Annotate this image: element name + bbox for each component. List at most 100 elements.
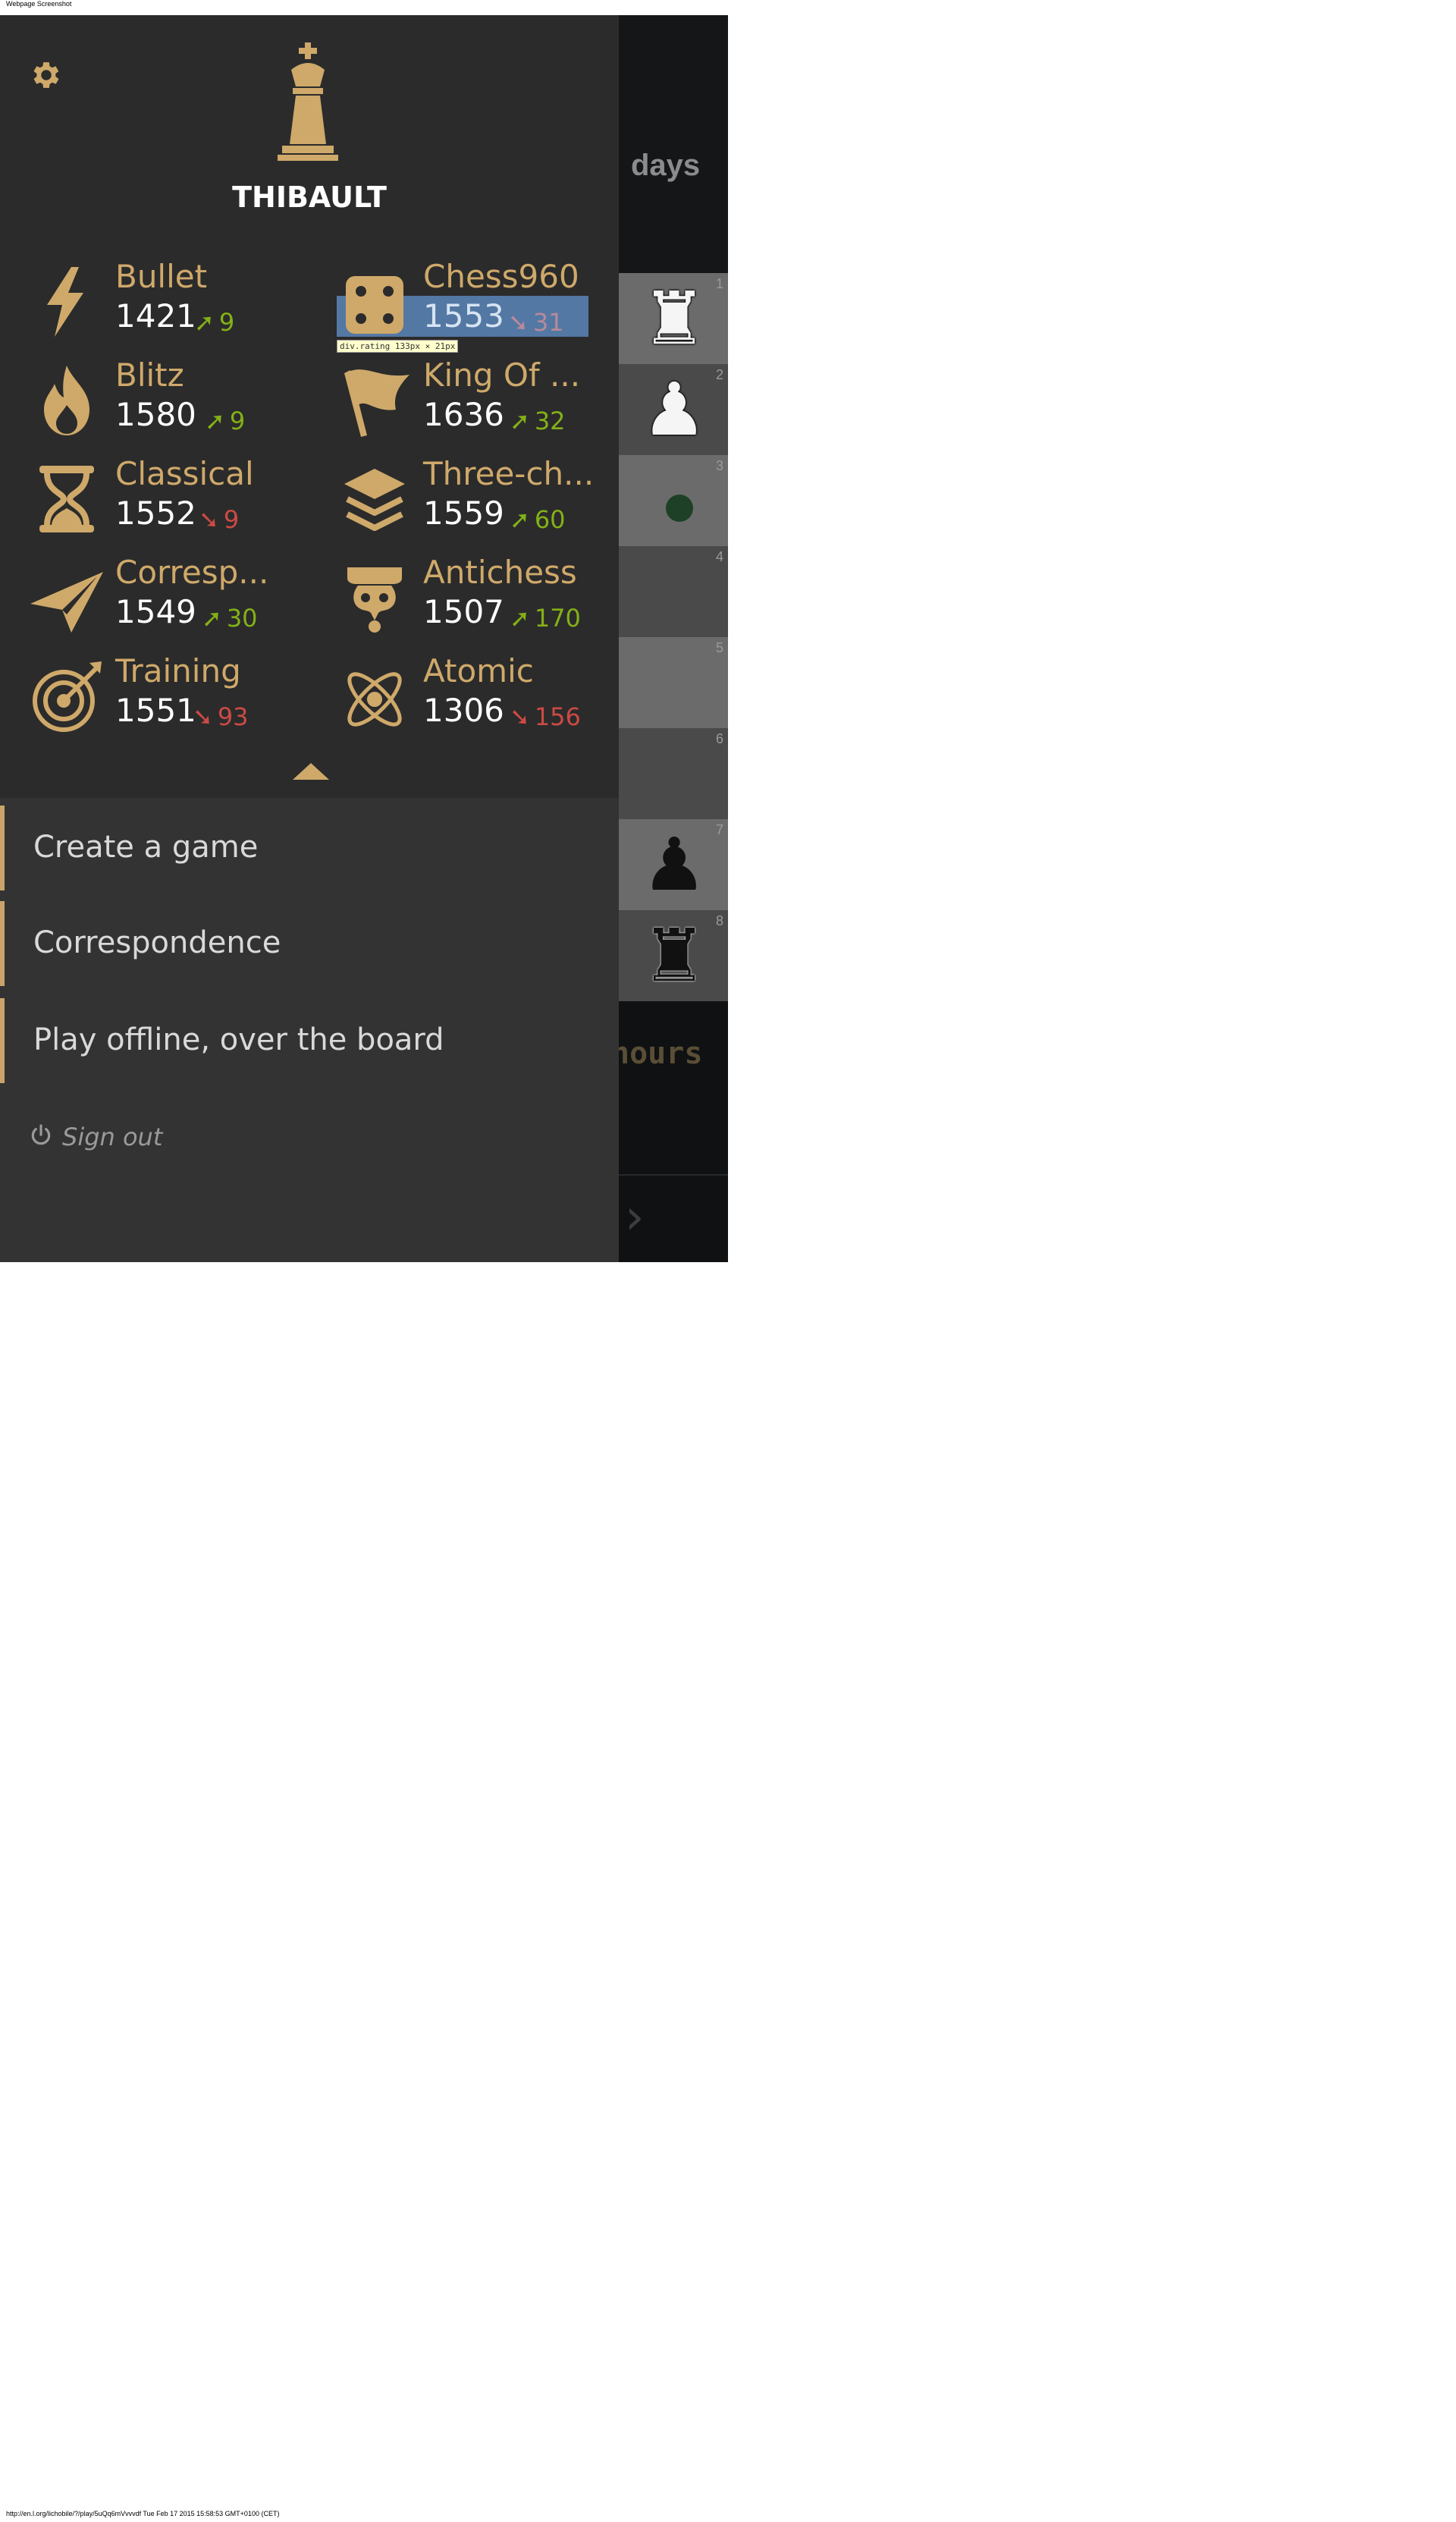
rating-value: 1507 (423, 593, 504, 630)
rating-progress: ➘ 93 (193, 702, 249, 731)
arrow-down-icon: ➘ (510, 702, 530, 731)
paper-plane-icon (30, 572, 103, 633)
rating-progress: ➚ 30 (202, 604, 258, 633)
player-clock: hours (611, 1036, 703, 1071)
page-header: Webpage Screenshot (6, 0, 72, 8)
rating-value: 1636 (423, 396, 504, 433)
rating-bullet[interactable]: Bullet 1421 ➚ 9 (29, 258, 309, 349)
chevron-right-icon[interactable]: › (625, 1189, 645, 1245)
rating-classical[interactable]: Classical 1552 ➘ 9 (29, 455, 309, 546)
move-destination-dot[interactable] (666, 495, 693, 522)
board-square[interactable]: 5 (619, 637, 728, 728)
arrow-up-icon: ➚ (510, 505, 530, 534)
rating-progress: ➘ 31 (508, 308, 564, 337)
target-icon (33, 661, 102, 732)
white-pawn[interactable]: ♟ (632, 370, 716, 449)
divider (619, 1174, 728, 1176)
rating-antichess[interactable]: Antichess 1507 ➚ 170 (337, 554, 617, 645)
variant-name: Chess960 (423, 258, 579, 295)
chess-board[interactable]: 1 ♜ 2 ♟ 3 4 5 6 7 ♟ 8 ♜ (619, 273, 728, 1001)
menu-item-label: Create a game (33, 830, 259, 865)
app-viewport: days 1 ♜ 2 ♟ 3 4 5 6 7 ♟ 8 ♜ hours › THI… (0, 15, 728, 1262)
progress-value: 9 (229, 407, 246, 435)
variant-name: Bullet (115, 258, 208, 295)
rating-value: 1421 (115, 297, 196, 334)
layers-icon (344, 469, 405, 531)
variant-name: Antichess (423, 554, 577, 591)
rating-value: 1551 (115, 692, 196, 729)
board-square[interactable]: 3 (619, 455, 728, 546)
board-square[interactable]: 6 (619, 728, 728, 819)
arrow-up-icon: ➚ (205, 407, 225, 435)
rating-progress: ➚ 60 (510, 505, 566, 534)
arrow-up-icon: ➚ (510, 407, 530, 435)
progress-value: 60 (534, 505, 566, 534)
arrow-down-icon: ➘ (193, 702, 213, 731)
rating-progress: ➘ 156 (510, 702, 581, 731)
board-square[interactable]: 2 ♟ (619, 364, 728, 455)
rank-label: 5 (715, 640, 723, 655)
black-rook[interactable]: ♜ (632, 916, 716, 995)
rating-progress: ➚ 9 (194, 308, 234, 337)
board-square[interactable]: 7 ♟ (619, 819, 728, 910)
variant-name: Three-ch... (423, 455, 595, 492)
rank-label: 4 (715, 549, 723, 564)
opponent-clock-area (619, 15, 728, 273)
dice-icon (346, 276, 403, 334)
rating-chess960[interactable]: Chess960 1553 ➘ 31 (337, 258, 617, 349)
rating-progress: ➚ 9 (205, 407, 245, 435)
rating-progress: ➚ 170 (510, 604, 581, 633)
lightning-icon (47, 267, 83, 337)
progress-value: 9 (218, 308, 235, 337)
board-square[interactable]: 4 (619, 546, 728, 637)
arrow-up-icon: ➚ (202, 604, 222, 633)
sign-out-label: Sign out (62, 1123, 163, 1151)
arrow-down-icon: ➘ (199, 505, 219, 534)
rank-label: 7 (715, 822, 723, 837)
gear-icon[interactable] (29, 58, 64, 93)
black-pawn[interactable]: ♟ (632, 825, 716, 904)
rating-correspondence[interactable]: Corresp... 1549 ➚ 30 (29, 554, 309, 645)
variant-name: Atomic (423, 652, 534, 689)
white-rook[interactable]: ♜ (632, 279, 716, 358)
rating-value: 1306 (423, 692, 504, 729)
progress-value: 32 (534, 407, 566, 435)
progress-value: 31 (532, 308, 564, 337)
arrow-down-icon: ➘ (508, 308, 529, 337)
king-avatar-icon (278, 42, 338, 161)
rank-label: 6 (715, 731, 723, 746)
board-square[interactable]: 1 ♜ (619, 273, 728, 364)
progress-value: 170 (534, 604, 581, 633)
rank-label: 3 (715, 458, 723, 473)
rating-progress: ➚ 32 (510, 407, 566, 435)
variant-name: Blitz (115, 356, 184, 394)
flag-icon (344, 369, 410, 437)
inspector-tooltip: div.rating 133px × 21px (337, 340, 459, 353)
side-drawer: THIBAULT Bullet 1421 ➚ 9 Chess960 1553 ➘ 3… (0, 15, 619, 1262)
progress-value: 156 (534, 702, 581, 731)
rating-value: 1549 (115, 593, 196, 630)
rating-blitz[interactable]: Blitz 1580 ➚ 9 (29, 356, 309, 448)
rating-value: 1552 (115, 495, 196, 532)
rating-king-of-the-hill[interactable]: King Of ... 1636 ➚ 32 (337, 356, 617, 448)
caret-up-icon[interactable] (293, 763, 329, 780)
menu-item-play-offline[interactable]: Play offline, over the board (0, 998, 619, 1083)
fire-icon (44, 366, 89, 435)
progress-value: 9 (223, 505, 240, 534)
hourglass-icon (39, 466, 94, 532)
rating-three-check[interactable]: Three-ch... 1559 ➚ 60 (337, 455, 617, 546)
menu-item-create-game[interactable]: Create a game (0, 806, 619, 890)
rating-atomic[interactable]: Atomic 1306 ➘ 156 (337, 652, 617, 743)
rating-value: 1553 (423, 297, 504, 334)
rank-label: 8 (715, 913, 723, 928)
username: THIBAULT (232, 181, 387, 214)
rating-training[interactable]: Training 1551 ➘ 93 (29, 652, 309, 743)
menu-item-correspondence[interactable]: Correspondence (0, 901, 619, 986)
menu-item-label: Correspondence (33, 925, 281, 960)
rank-label: 2 (715, 367, 723, 382)
opponent-clock: days (631, 149, 701, 182)
arrow-up-icon: ➚ (510, 604, 530, 633)
power-icon (31, 1124, 51, 1145)
board-square[interactable]: 8 ♜ (619, 910, 728, 1001)
variant-name: Training (115, 652, 241, 689)
